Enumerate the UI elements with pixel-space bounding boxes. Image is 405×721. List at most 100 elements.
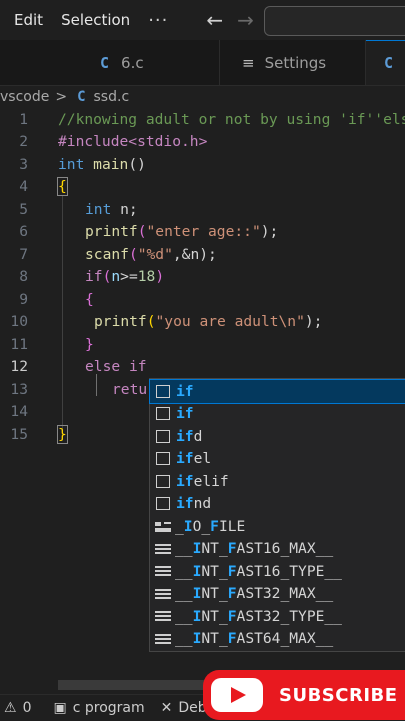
- code-text: #include<stdio.h>: [58, 133, 208, 150]
- suggestion-item[interactable]: __ I NT_ F AST32_TYPE__: [150, 605, 405, 628]
- token: if: [85, 268, 103, 285]
- token: int: [85, 200, 112, 218]
- tab-settings[interactable]: ≡ Settings: [220, 40, 366, 85]
- token: "you are adult\n": [155, 313, 305, 330]
- debug-icon: ✕: [160, 700, 173, 716]
- breadcrumb-file[interactable]: ssd.c: [94, 89, 130, 105]
- code-text: retu: [112, 380, 148, 398]
- suggestion-item[interactable]: __ I NT_ F AST16_TYPE__: [150, 560, 405, 583]
- suggestion-match: I: [192, 630, 202, 648]
- suggestion-label: el: [193, 450, 212, 468]
- suggestion-match: I: [192, 585, 202, 603]
- suggestion-match: if: [176, 450, 194, 468]
- token: printf: [85, 223, 138, 240]
- line-number: 2: [19, 133, 28, 150]
- suggestion-label: ILE: [218, 517, 246, 535]
- tab-6c[interactable]: C 6.c: [80, 40, 220, 85]
- code-text: {: [57, 177, 68, 196]
- suggestion-item[interactable]: if nd: [150, 493, 405, 516]
- c-file-icon: C: [100, 53, 110, 72]
- code-line: 11 }: [0, 333, 405, 355]
- breadcrumb-folder[interactable]: vscode: [0, 89, 49, 105]
- suggestion-label: AST32_MAX__: [236, 585, 334, 603]
- code-text: }: [57, 424, 68, 444]
- suggestion-label: __: [175, 630, 193, 648]
- tab-bar: C 6.c ≡ Settings C s: [0, 40, 405, 86]
- tab-active-file[interactable]: C s: [366, 40, 405, 85]
- suggestion-label: _: [175, 517, 184, 535]
- line-number: 3: [19, 155, 28, 173]
- suggestion-match: if: [176, 405, 194, 423]
- code-line: 5 int n;: [0, 198, 405, 220]
- code-line: 7 scanf("%d",&n);: [0, 243, 405, 265]
- title-bar: Edit Selection ··· ← →: [0, 0, 405, 40]
- keyword-icon: [156, 452, 170, 466]
- tab-label: Settings: [264, 53, 327, 72]
- suggestion-label: d: [193, 427, 203, 445]
- c-file-icon: C: [384, 54, 394, 72]
- suggestion-match: if: [176, 427, 194, 445]
- code-text: printf("you are adult\n");: [94, 313, 322, 330]
- token: scanf: [85, 245, 129, 263]
- struct-icon: [155, 519, 171, 533]
- code-line: 2 #include<stdio.h>: [0, 131, 405, 153]
- token: >=: [120, 268, 138, 285]
- token: );: [304, 313, 323, 330]
- suggestion-label: __: [175, 562, 193, 580]
- code-line: 8 if(n>=18): [0, 266, 405, 288]
- suggestion-label: AST32_TYPE__: [236, 607, 342, 625]
- suggestion-match: F: [227, 562, 237, 580]
- keyword-icon: [156, 384, 170, 398]
- suggestion-item[interactable]: if d: [150, 425, 405, 448]
- suggestion-label: NT_: [201, 607, 228, 625]
- warning-icon[interactable]: ⚠: [4, 700, 17, 716]
- line-number: 1: [19, 110, 28, 128]
- problems-count[interactable]: 0: [23, 700, 32, 716]
- token: ,&n);: [172, 245, 217, 263]
- code-text: {: [85, 290, 94, 308]
- chevron-right-icon: >: [55, 89, 68, 105]
- suggestion-item[interactable]: if elif: [150, 470, 405, 493]
- token: printf: [94, 313, 147, 330]
- autocomplete-list[interactable]: if if if d if el if elif if nd _ I O_ F ILE __ I N…: [149, 378, 405, 652]
- forward-arrow-icon[interactable]: →: [237, 8, 254, 32]
- code-line: 12 else if: [0, 356, 405, 378]
- suggestion-item[interactable]: __ I NT_ F AST32_MAX__: [150, 583, 405, 606]
- suggestion-label: O_: [192, 517, 211, 535]
- back-arrow-icon[interactable]: ←: [206, 8, 223, 32]
- more-menu-icon[interactable]: ···: [148, 10, 168, 31]
- suggestion-label: NT_: [201, 630, 228, 648]
- menu-selection[interactable]: Selection: [61, 11, 130, 29]
- suggestion-label: __: [175, 607, 193, 625]
- suggestion-match: if: [176, 382, 194, 400]
- subscribe-label: SUBSCRIBE: [279, 684, 398, 706]
- line-number: 9: [19, 290, 28, 308]
- suggestion-label: NT_: [201, 540, 228, 558]
- token: if: [120, 358, 147, 375]
- youtube-play-icon: [211, 678, 263, 712]
- suggestion-item[interactable]: __ I NT_ F AST16_MAX__: [150, 538, 405, 561]
- line-number: 12: [10, 358, 28, 375]
- suggestion-match: if: [176, 472, 194, 490]
- line-number: 11: [10, 335, 28, 353]
- line-number: 14: [10, 403, 28, 420]
- token: (: [128, 245, 138, 263]
- suggestion-item[interactable]: if: [149, 379, 405, 404]
- suggestion-item[interactable]: _ I O_ F ILE: [150, 515, 405, 538]
- suggestion-label: AST16_TYPE__: [236, 562, 342, 580]
- suggestion-item[interactable]: __ I NT_ F AST64_MAX__: [150, 628, 405, 651]
- suggestion-match: I: [192, 607, 202, 625]
- menu-edit[interactable]: Edit: [14, 11, 43, 29]
- text-icon: [155, 565, 171, 578]
- suggestion-item[interactable]: if el: [150, 448, 405, 471]
- command-center-search[interactable]: [264, 6, 405, 36]
- code-text: scanf("%d",&n);: [85, 246, 217, 263]
- suggestion-label: nd: [193, 495, 212, 513]
- workspace-label[interactable]: c program: [73, 700, 145, 716]
- suggestion-label: elif: [193, 472, 229, 490]
- settings-icon: ≡: [242, 53, 255, 72]
- keyword-icon: [156, 407, 170, 421]
- code-text: printf("enter age::");: [85, 223, 278, 240]
- subscribe-button[interactable]: SUBSCRIBE: [203, 670, 405, 720]
- suggestion-item[interactable]: if: [150, 403, 405, 426]
